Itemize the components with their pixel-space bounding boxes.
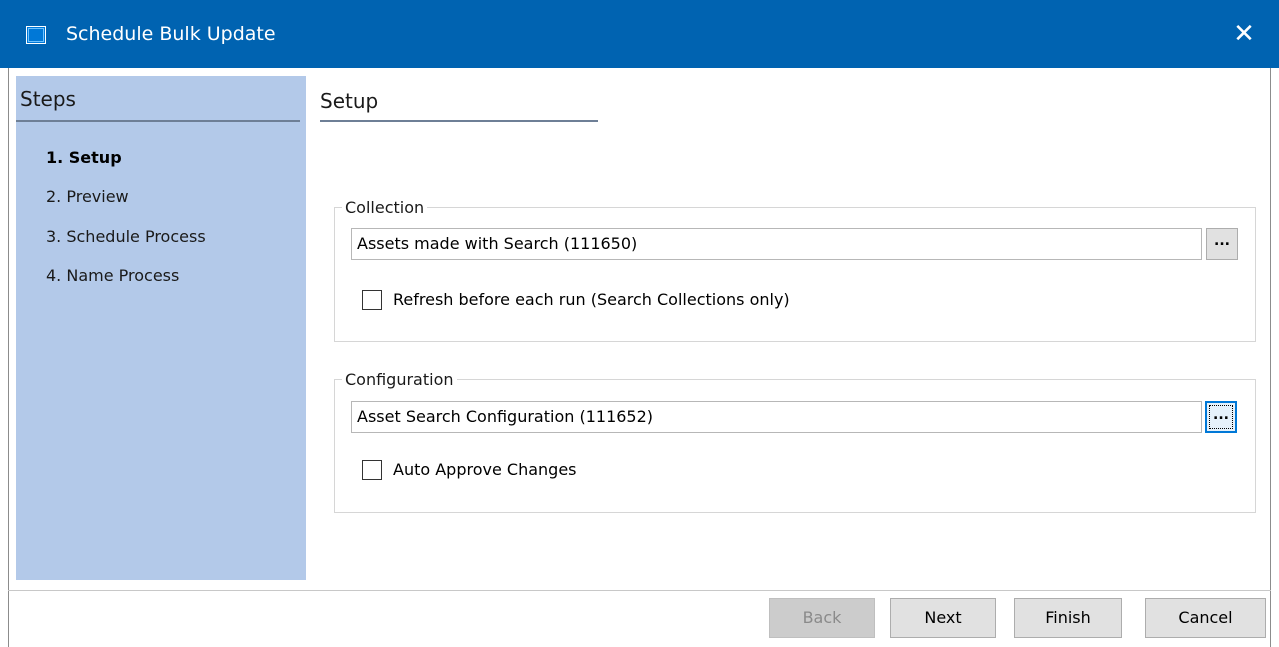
step-setup: 1. Setup — [46, 148, 122, 167]
app-window-icon — [26, 26, 46, 44]
page-title-underline — [320, 120, 598, 122]
footer-divider — [8, 590, 1271, 591]
step-name-process: 4. Name Process — [46, 266, 180, 285]
title-bar: Schedule Bulk Update ✕ — [0, 0, 1279, 68]
collection-browse-button[interactable]: ... — [1206, 228, 1238, 260]
page-title: Setup — [320, 89, 379, 113]
configuration-browse-button[interactable]: ... — [1205, 401, 1237, 433]
configuration-field[interactable]: Asset Search Configuration (111652) — [351, 401, 1202, 433]
steps-heading-underline — [16, 120, 300, 122]
finish-button[interactable]: Finish — [1014, 598, 1122, 638]
refresh-checkbox-label: Refresh before each run (Search Collecti… — [393, 290, 790, 309]
collection-field[interactable]: Assets made with Search (111650) — [351, 228, 1202, 260]
auto-approve-checkbox-label: Auto Approve Changes — [393, 460, 577, 479]
steps-heading: Steps — [20, 87, 76, 111]
refresh-checkbox[interactable] — [362, 290, 382, 310]
configuration-group-label: Configuration — [342, 370, 457, 390]
configuration-group — [334, 379, 1256, 513]
next-button[interactable]: Next — [890, 598, 996, 638]
cancel-button[interactable]: Cancel — [1145, 598, 1266, 638]
auto-approve-checkbox[interactable] — [362, 460, 382, 480]
collection-group-label: Collection — [342, 198, 428, 218]
step-schedule-process: 3. Schedule Process — [46, 227, 206, 246]
back-button[interactable]: Back — [769, 598, 875, 638]
window-title: Schedule Bulk Update — [66, 23, 276, 45]
close-button[interactable]: ✕ — [1226, 16, 1262, 52]
step-preview: 2. Preview — [46, 187, 129, 206]
steps-sidebar: Steps 1. Setup 2. Preview 3. Schedule Pr… — [16, 76, 306, 580]
close-icon: ✕ — [1233, 19, 1255, 49]
